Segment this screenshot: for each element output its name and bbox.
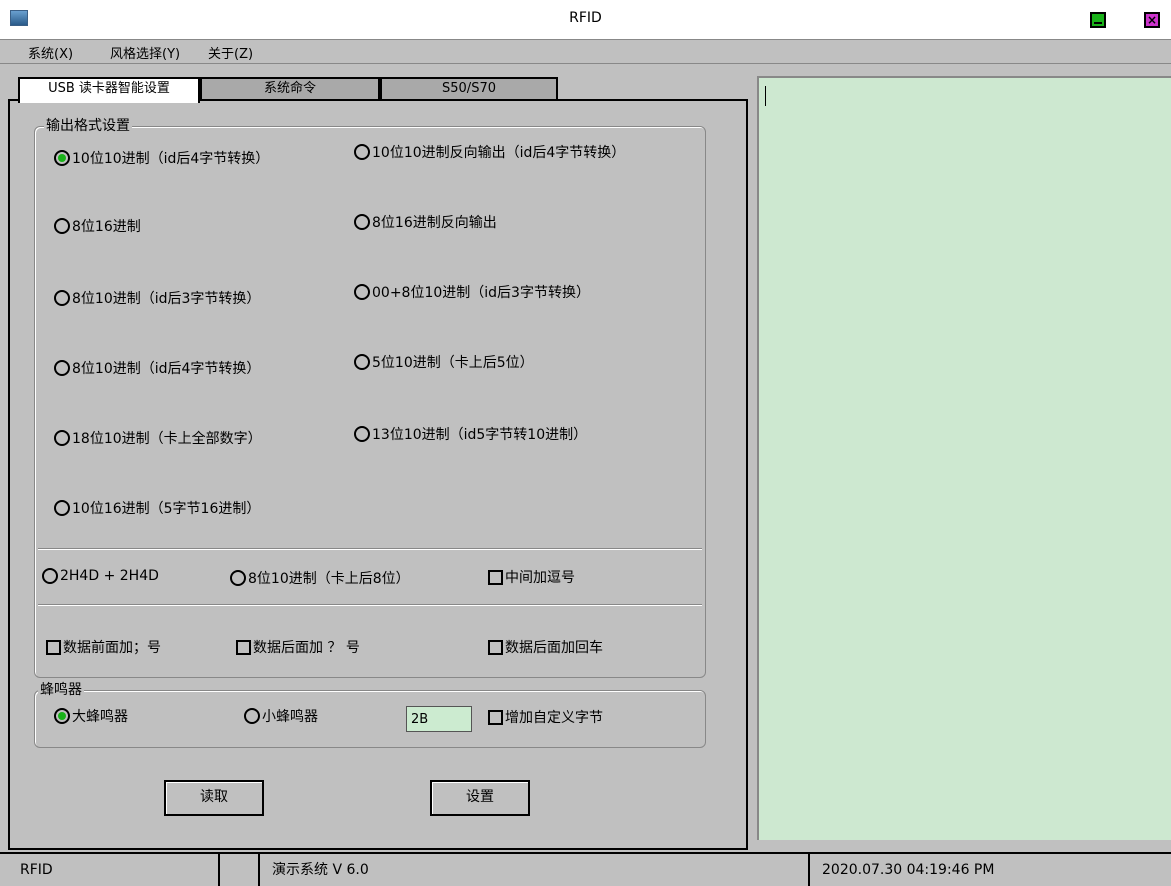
radio-option[interactable]: 8位16进制反向输出: [354, 212, 497, 232]
radio-option[interactable]: 8位10进制（id后3字节转换）: [54, 288, 260, 308]
radio-circle[interactable]: [230, 570, 246, 586]
checkbox-box[interactable]: [488, 709, 503, 725]
radio-2h4d[interactable]: 2H4D + 2H4D: [42, 568, 159, 584]
radio-option[interactable]: 8位16进制: [54, 216, 141, 236]
radio-option[interactable]: 10位10进制反向输出（id后4字节转换）: [354, 142, 625, 162]
checkbox-box[interactable]: [488, 569, 503, 585]
title-bar: RFID ×: [0, 0, 1171, 40]
status-empty-cell: [220, 854, 260, 886]
radio-option[interactable]: 00+8位10进制（id后3字节转换）: [354, 282, 590, 302]
radio-small-buzzer[interactable]: 小蜂鸣器: [244, 706, 318, 726]
checkbox-box[interactable]: [46, 639, 61, 655]
radio-circle[interactable]: [54, 218, 70, 234]
buzzer-label: 蜂鸣器: [38, 679, 84, 699]
radio-option[interactable]: 10位10进制（id后4字节转换）: [54, 148, 269, 168]
checkbox-box[interactable]: [488, 639, 503, 655]
read-button[interactable]: 读取: [164, 780, 264, 816]
radio-circle[interactable]: [354, 354, 370, 370]
checkbox-suffix-question[interactable]: 数据后面加 ？ 号: [236, 637, 360, 657]
radio-circle[interactable]: [354, 144, 370, 160]
buzzer-group: [34, 690, 706, 748]
radio-circle[interactable]: [54, 708, 70, 724]
status-version: 演示系统 V 6.0: [260, 854, 810, 886]
checkbox-suffix-enter[interactable]: 数据后面加回车: [488, 637, 603, 657]
separator: [38, 604, 702, 606]
radio-circle[interactable]: [354, 284, 370, 300]
radio-big-buzzer[interactable]: 大蜂鸣器: [54, 706, 128, 726]
set-button[interactable]: 设置: [430, 780, 530, 816]
menu-style[interactable]: 风格选择(Y): [110, 43, 180, 62]
menu-about[interactable]: 关于(Z): [208, 43, 253, 62]
checkbox-prefix-semicolon[interactable]: 数据前面加；号: [46, 637, 161, 657]
output-format-label: 输出格式设置: [44, 115, 132, 135]
radio-circle[interactable]: [54, 290, 70, 306]
radio-circle[interactable]: [42, 568, 58, 584]
radio-circle[interactable]: [54, 150, 70, 166]
radio-8digit-last8[interactable]: 8位10进制（卡上后8位）: [230, 568, 410, 588]
tab-s50-s70[interactable]: S50/S70: [380, 77, 558, 101]
radio-circle[interactable]: [354, 214, 370, 230]
custom-byte-input[interactable]: [406, 706, 472, 732]
minimize-button[interactable]: [1090, 12, 1106, 28]
radio-option[interactable]: 10位16进制（5字节16进制）: [54, 498, 260, 518]
radio-circle[interactable]: [354, 426, 370, 442]
close-button[interactable]: ×: [1144, 12, 1160, 28]
status-bar: RFID 演示系统 V 6.0 2020.07.30 04:19:46 PM: [0, 852, 1171, 886]
radio-circle[interactable]: [54, 430, 70, 446]
output-format-group: [34, 126, 706, 678]
tab-system-commands[interactable]: 系统命令: [200, 77, 380, 101]
menu-system[interactable]: 系统(X): [28, 43, 73, 62]
radio-option[interactable]: 5位10进制（卡上后5位）: [354, 352, 534, 372]
radio-circle[interactable]: [54, 500, 70, 516]
tab-usb-settings[interactable]: USB 读卡器智能设置: [18, 77, 200, 103]
checkbox-custom-byte[interactable]: 增加自定义字节: [488, 707, 603, 727]
status-datetime: 2020.07.30 04:19:46 PM: [822, 862, 995, 878]
text-caret: [765, 86, 766, 106]
radio-circle[interactable]: [244, 708, 260, 724]
checkbox-box[interactable]: [236, 639, 251, 655]
separator: [38, 548, 702, 550]
window-title: RFID: [569, 10, 602, 26]
output-text-area[interactable]: [757, 76, 1171, 840]
menu-bar: 系统(X) 风格选择(Y) 关于(Z): [0, 40, 1171, 64]
radio-circle[interactable]: [54, 360, 70, 376]
status-app-name: RFID: [8, 854, 220, 886]
radio-option[interactable]: 13位10进制（id5字节转10进制）: [354, 424, 587, 444]
radio-option[interactable]: 8位10进制（id后4字节转换）: [54, 358, 260, 378]
radio-option[interactable]: 18位10进制（卡上全部数字）: [54, 428, 262, 448]
checkbox-comma[interactable]: 中间加逗号: [488, 567, 575, 587]
